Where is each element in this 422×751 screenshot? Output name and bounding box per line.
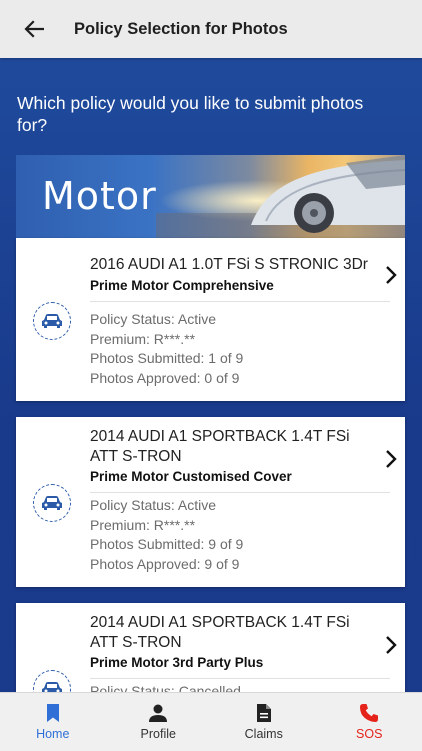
banner-title: Motor — [42, 174, 157, 218]
divider — [90, 492, 390, 493]
vehicle-name: 2014 AUDI A1 SPORTBACK 1.4T FSi ATT S-TR… — [90, 427, 380, 467]
nav-claims-label: Claims — [245, 727, 283, 741]
photos-submitted: Photos Submitted: 1 of 9 — [90, 349, 243, 369]
policy-status: Policy Status: Cancelled — [90, 682, 241, 692]
policy-card[interactable]: 2014 AUDI A1 SPORTBACK 1.4T FSi ATT S-TR… — [16, 417, 405, 587]
policy-status: Policy Status: Active — [90, 310, 243, 330]
plan-name: Prime Motor Customised Cover — [90, 469, 292, 484]
vehicle-name: 2014 AUDI A1 SPORTBACK 1.4T FSi ATT S-TR… — [90, 613, 380, 653]
premium: Premium: R***.** — [90, 516, 243, 536]
nav-claims[interactable]: Claims — [211, 693, 317, 751]
car-icon — [33, 670, 71, 692]
arrow-left-icon — [24, 20, 44, 38]
photos-approved: Photos Approved: 9 of 9 — [90, 555, 243, 575]
back-button[interactable] — [4, 0, 64, 58]
nav-home[interactable]: Home — [0, 693, 106, 751]
policy-card[interactable]: 2014 AUDI A1 SPORTBACK 1.4T FSi ATT S-TR… — [16, 603, 405, 692]
policy-details: Policy Status: Cancelled — [90, 682, 241, 692]
chevron-right-icon — [383, 449, 399, 469]
motor-banner: Motor — [16, 155, 405, 238]
chevron-right-icon — [383, 635, 399, 655]
question-text: Which policy would you like to submit ph… — [17, 92, 397, 136]
nav-profile-label: Profile — [141, 727, 176, 741]
phone-icon — [359, 703, 379, 723]
car-icon — [33, 484, 71, 522]
vehicle-name: 2016 AUDI A1 1.0T FSi S STRONIC 3Dr — [90, 255, 380, 275]
car-icon — [33, 302, 71, 340]
divider — [90, 678, 390, 679]
chevron-right-icon — [383, 265, 399, 285]
premium: Premium: R***.** — [90, 330, 243, 350]
app-bar: Policy Selection for Photos — [0, 0, 422, 58]
divider — [90, 301, 390, 302]
photos-approved: Photos Approved: 0 of 9 — [90, 369, 243, 389]
bottom-navigation: Home Profile Claims SOS — [0, 692, 422, 751]
photos-submitted: Photos Submitted: 9 of 9 — [90, 535, 243, 555]
policy-status: Policy Status: Active — [90, 496, 243, 516]
nav-profile[interactable]: Profile — [106, 693, 212, 751]
policy-details: Policy Status: Active Premium: R***.** P… — [90, 496, 243, 574]
page-title: Policy Selection for Photos — [74, 20, 288, 39]
document-icon — [256, 703, 272, 723]
plan-name: Prime Motor 3rd Party Plus — [90, 655, 263, 670]
policy-card[interactable]: 2016 AUDI A1 1.0T FSi S STRONIC 3Dr Prim… — [16, 238, 405, 401]
nav-sos-label: SOS — [356, 727, 382, 741]
main-content: Which policy would you like to submit ph… — [0, 58, 422, 692]
policy-details: Policy Status: Active Premium: R***.** P… — [90, 310, 243, 388]
person-icon — [148, 703, 168, 723]
bookmark-icon — [45, 703, 61, 723]
plan-name: Prime Motor Comprehensive — [90, 278, 274, 293]
nav-home-label: Home — [36, 727, 69, 741]
nav-sos[interactable]: SOS — [317, 693, 422, 751]
